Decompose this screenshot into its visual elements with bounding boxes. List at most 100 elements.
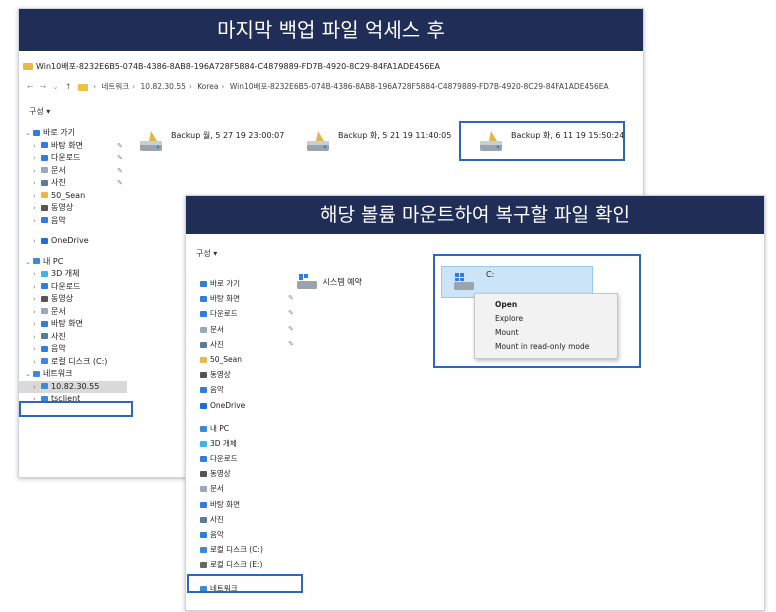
nav-item-label: 사진: [51, 178, 66, 187]
nav-item[interactable]: 음악: [186, 382, 298, 397]
forward-icon[interactable]: →: [40, 82, 46, 91]
pictures-icon: [41, 333, 48, 339]
nav-item[interactable]: 로컬 디스크 (E:): [186, 557, 298, 572]
nav-item-label: 음악: [210, 530, 224, 539]
breadcrumb-folder[interactable]: Win10배포-8232E6B5-074B-4386-8AB8-196A728F…: [230, 82, 609, 91]
chevron-right-icon[interactable]: ›: [33, 190, 41, 203]
address-bar[interactable]: ← → ⌄ ↑ › 네트워크 › 10.82.30.55 › Korea › Win1…: [19, 79, 643, 95]
nav-item[interactable]: 사진: [186, 512, 298, 527]
chevron-right-icon[interactable]: ›: [33, 381, 41, 394]
organize-menu[interactable]: 구성 ▾: [29, 106, 50, 117]
breadcrumb-share[interactable]: Korea: [197, 82, 218, 91]
chevron-right-icon[interactable]: ›: [33, 331, 41, 344]
nav-item[interactable]: › 50_Sean: [19, 190, 127, 203]
nav-item-label: 로컬 디스크 (C:): [210, 545, 263, 555]
desktop-icon: [41, 142, 48, 148]
breadcrumb-separator-icon: ›: [188, 82, 192, 91]
chevron-right-icon[interactable]: ›: [33, 202, 41, 215]
chevron-right-icon[interactable]: ›: [33, 140, 41, 153]
chevron-right-icon[interactable]: ›: [33, 281, 41, 294]
nav-item[interactable]: › 동영상: [19, 293, 127, 306]
nav-item[interactable]: › 사진: [19, 331, 127, 344]
nav-item[interactable]: 문서 ✎: [186, 322, 298, 337]
nav-item[interactable]: › 문서 ✎: [19, 165, 127, 178]
chevron-right-icon[interactable]: ›: [33, 215, 41, 228]
chevron-right-icon[interactable]: ›: [33, 177, 41, 190]
nav-item[interactable]: 50_Sean: [186, 352, 298, 367]
nav-item[interactable]: 동영상: [186, 466, 298, 481]
nav-item-label: 10.82.30.55: [51, 381, 100, 391]
nav-item[interactable]: › 다운로드 ✎: [19, 152, 127, 165]
nav-item-label: 바로 가기: [210, 279, 240, 288]
chevron-right-icon[interactable]: ›: [33, 268, 41, 281]
nav-item-label: 바탕 화면: [51, 140, 83, 150]
network-folder-icon: [77, 83, 88, 91]
chevron-right-icon[interactable]: ›: [33, 306, 41, 319]
nav-item[interactable]: 다운로드: [186, 451, 298, 466]
chevron-right-icon[interactable]: ›: [33, 343, 41, 356]
organize-menu[interactable]: 구성 ▾: [196, 248, 217, 259]
nav-item[interactable]: 바탕 화면 ✎: [186, 291, 298, 306]
nav-item[interactable]: 동영상: [186, 367, 298, 382]
nav-item-label: 네트워크: [43, 369, 73, 378]
chevron-down-icon[interactable]: ⌄: [25, 256, 33, 269]
chevron-down-icon[interactable]: ⌄: [25, 368, 33, 381]
nav-item[interactable]: ⌄ 바로 가기: [19, 127, 127, 140]
nav-item-label: 사진: [51, 331, 66, 341]
chevron-right-icon[interactable]: ›: [33, 235, 41, 248]
nav-item[interactable]: › 바탕 화면: [19, 318, 127, 331]
nav-item[interactable]: › 10.82.30.55: [19, 380, 127, 394]
chevron-right-icon[interactable]: ›: [33, 152, 41, 165]
nav-item-label: 바탕 화면: [51, 319, 83, 328]
document-icon: [200, 326, 207, 333]
window-title-text: Win10배포-8232E6B5-074B-4386-8AB8-196A728F…: [36, 62, 440, 71]
nav-item-label: 문서: [210, 484, 224, 494]
nav-item-label: 바탕 화면: [210, 294, 240, 304]
nav-item[interactable]: ⌄ 네트워크: [19, 368, 127, 381]
pin-icon: ✎: [288, 294, 294, 303]
nav-item[interactable]: 문서: [186, 481, 298, 496]
nav-item[interactable]: 사진 ✎: [186, 337, 298, 352]
nav-item[interactable]: › 음악: [19, 215, 127, 228]
nav-item[interactable]: OneDrive: [186, 398, 298, 413]
nav-item[interactable]: 다운로드 ✎: [186, 306, 298, 321]
nav-item[interactable]: 로컬 디스크 (C:): [186, 542, 298, 557]
nav-item-label: 로컬 디스크 (E:): [210, 560, 263, 570]
nav-item[interactable]: 3D 개체: [186, 436, 298, 451]
onedrive-icon: [200, 402, 207, 409]
star-icon: [33, 129, 40, 136]
breadcrumb-separator-icon: ›: [132, 82, 136, 91]
caption-banner: 해당 볼륨 마운트하여 복구할 파일 확인: [186, 196, 764, 234]
up-icon[interactable]: ↑: [65, 82, 71, 91]
recent-locations-icon[interactable]: ⌄: [52, 82, 58, 91]
chevron-right-icon[interactable]: ›: [33, 356, 41, 369]
chevron-down-icon[interactable]: ⌄: [25, 127, 33, 140]
nav-item[interactable]: › 3D 개체: [19, 268, 127, 281]
videos-icon: [200, 372, 207, 379]
nav-item[interactable]: 바로 가기: [186, 276, 298, 291]
system-reserved-volume[interactable]: 시스템 예약: [296, 272, 362, 292]
chevron-right-icon[interactable]: ›: [33, 165, 41, 178]
nav-item[interactable]: › 문서: [19, 306, 127, 319]
window-title: Win10배포-8232E6B5-074B-4386-8AB8-196A728F…: [19, 58, 643, 76]
chevron-right-icon[interactable]: ›: [33, 293, 41, 306]
nav-item[interactable]: › 로컬 디스크 (C:): [19, 356, 127, 369]
breadcrumb-server[interactable]: 10.82.30.55: [141, 82, 186, 91]
chevron-right-icon[interactable]: ›: [33, 318, 41, 331]
nav-item[interactable]: ⌄ 내 PC: [19, 256, 127, 269]
nav-item[interactable]: › 사진 ✎: [19, 177, 127, 190]
nav-item[interactable]: 바탕 화면: [186, 497, 298, 512]
nav-item[interactable]: › OneDrive: [19, 235, 127, 248]
nav-item[interactable]: › 음악: [19, 343, 127, 356]
nav-item[interactable]: 내 PC: [186, 421, 298, 436]
back-icon[interactable]: ←: [27, 82, 33, 91]
breadcrumb-network[interactable]: 네트워크: [102, 82, 130, 91]
music-icon: [200, 532, 207, 538]
nav-item[interactable]: › 동영상: [19, 202, 127, 215]
backup-volume-icon: [140, 131, 162, 151]
nav-item-label: OneDrive: [51, 236, 89, 245]
backup-volume-icon: [307, 131, 329, 151]
nav-item[interactable]: › 다운로드: [19, 281, 127, 294]
nav-item[interactable]: › 바탕 화면 ✎: [19, 140, 127, 153]
nav-item[interactable]: 음악: [186, 527, 298, 542]
